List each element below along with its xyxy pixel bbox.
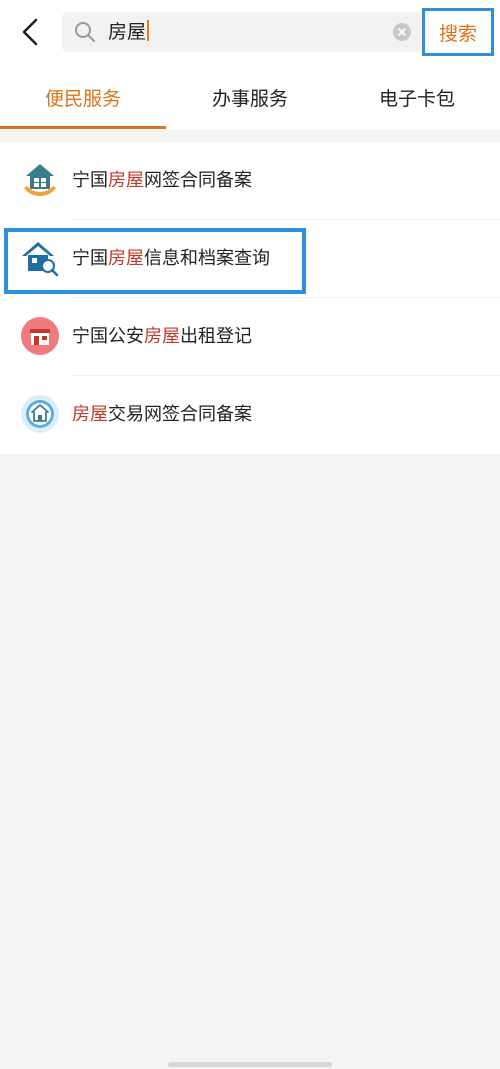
home-indicator[interactable] xyxy=(168,1062,332,1067)
list-item-label: 宁国公安房屋出租登记 xyxy=(72,326,252,347)
search-button[interactable]: 搜索 xyxy=(422,8,494,56)
search-input[interactable]: 房屋 xyxy=(62,12,422,52)
list-item-label: 宁国房屋网签合同备案 xyxy=(72,170,252,191)
results-list: 宁国房屋网签合同备案 宁国房屋信息和档案查询 宁国公安房屋出租登记 房屋交易网签… xyxy=(0,142,500,454)
house-hands-icon xyxy=(24,164,56,196)
list-item-label: 宁国房屋信息和档案查询 xyxy=(72,248,270,269)
tab-affairs-services[interactable]: 办事服务 xyxy=(166,64,334,130)
top-bar: 房屋 搜索 xyxy=(0,0,500,64)
list-item-label: 房屋交易网签合同备案 xyxy=(72,404,252,425)
back-button[interactable] xyxy=(14,14,50,50)
list-item[interactable]: 房屋交易网签合同备案 xyxy=(0,376,500,454)
list-item[interactable]: 宁国房屋网签合同备案 xyxy=(0,142,500,220)
home-circle-icon xyxy=(21,395,59,433)
store-icon xyxy=(21,317,59,355)
search-icon xyxy=(75,22,95,42)
category-tabs: 便民服务 办事服务 电子卡包 xyxy=(0,64,500,130)
list-item[interactable]: 宁国房屋信息和档案查询 xyxy=(0,220,500,298)
house-search-icon xyxy=(22,242,59,277)
search-query-text: 房屋 xyxy=(108,20,150,44)
tab-e-card-wallet[interactable]: 电子卡包 xyxy=(334,64,500,130)
list-item[interactable]: 宁国公安房屋出租登记 xyxy=(0,298,500,376)
clear-icon[interactable] xyxy=(392,22,412,42)
chevron-left-icon xyxy=(22,18,38,46)
tab-convenience-services[interactable]: 便民服务 xyxy=(0,64,166,130)
active-tab-indicator xyxy=(0,126,166,129)
